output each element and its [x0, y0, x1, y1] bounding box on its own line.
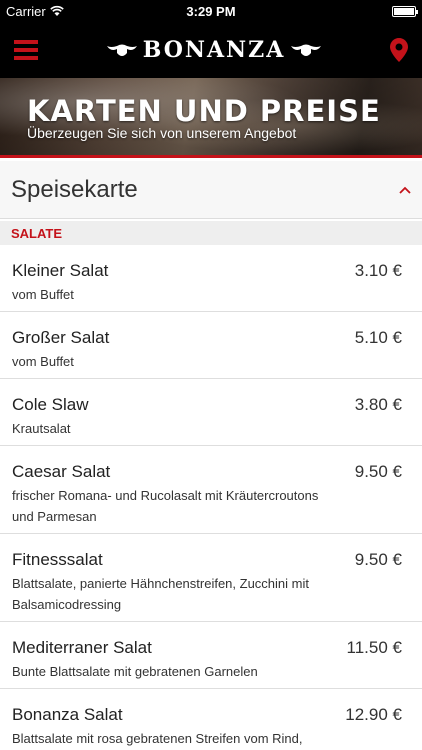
- menu-item[interactable]: Caesar Salat frischer Romana- und Rucola…: [0, 446, 422, 534]
- nav-bar: BONANZA: [0, 22, 422, 78]
- chevron-up-icon: [399, 186, 411, 194]
- item-name: Kleiner Salat: [12, 261, 109, 280]
- location-pin-icon[interactable]: [390, 38, 408, 62]
- carrier-label: Carrier: [6, 3, 46, 19]
- item-description: vom Buffet: [12, 287, 74, 302]
- menu-section-header[interactable]: Speisekarte: [0, 161, 422, 219]
- item-price: 5.10 €: [354, 328, 402, 347]
- item-name: Großer Salat: [12, 328, 110, 347]
- item-price: 3.80 €: [354, 395, 402, 414]
- menu-item[interactable]: Mediterraner Salat Bunte Blattsalate mit…: [0, 622, 422, 689]
- item-price: 3.10 €: [354, 261, 402, 280]
- banner-title: KARTEN UND PREISE: [27, 94, 381, 128]
- item-price: 12.90 €: [345, 705, 402, 724]
- category-header: SALATE: [0, 221, 422, 245]
- item-description: Bunte Blattsalate mit gebratenen Garnele…: [12, 664, 258, 679]
- battery-icon: [392, 5, 418, 17]
- menu-item[interactable]: Großer Salat vom Buffet 5.10 €: [0, 312, 422, 379]
- menu-item[interactable]: Fitnesssalat Blattsalate, panierte Hähnc…: [0, 534, 422, 622]
- bonanza-logo: BONANZA: [105, 37, 324, 63]
- item-name: Mediterraner Salat: [12, 638, 152, 657]
- hero-banner: KARTEN UND PREISE Überzeugen Sie sich vo…: [0, 78, 422, 158]
- logo-text: BONANZA: [142, 37, 286, 63]
- bull-skull-icon: [106, 44, 137, 56]
- wifi-icon: [49, 5, 64, 16]
- status-left: Carrier: [6, 4, 64, 19]
- item-name: Caesar Salat: [12, 462, 111, 481]
- banner-subtitle: Überzeugen Sie sich von unserem Angebot: [27, 125, 297, 141]
- bull-skull-icon: [291, 44, 322, 56]
- menu-item[interactable]: Bonanza Salat Blattsalate mit rosa gebra…: [0, 689, 422, 750]
- item-price: 9.50 €: [354, 550, 402, 569]
- banner-divider: [0, 155, 422, 158]
- item-description: Blattsalate, panierte Hähnchenstreifen, …: [12, 576, 309, 612]
- item-name: Fitnesssalat: [12, 550, 103, 569]
- menu-item[interactable]: Kleiner Salat vom Buffet 3.10 €: [0, 245, 422, 312]
- category-label: SALATE: [11, 225, 63, 241]
- hamburger-menu-icon[interactable]: [14, 40, 38, 60]
- item-description: vom Buffet: [12, 354, 74, 369]
- item-description: Blattsalate mit rosa gebratenen Streifen…: [12, 731, 303, 746]
- item-price: 9.50 €: [354, 462, 402, 481]
- menu-item-list: Kleiner Salat vom Buffet 3.10 € Großer S…: [0, 245, 422, 750]
- item-price: 11.50 €: [346, 638, 402, 657]
- status-bar: Carrier 3:29 PM: [0, 0, 422, 22]
- item-description: Krautsalat: [12, 421, 71, 436]
- menu-item[interactable]: Cole Slaw Krautsalat 3.80 €: [0, 379, 422, 446]
- item-description: frischer Romana- und Rucolasalt mit Kräu…: [12, 488, 319, 524]
- item-name: Bonanza Salat: [12, 705, 123, 724]
- section-title: Speisekarte: [11, 175, 138, 203]
- item-name: Cole Slaw: [12, 395, 89, 414]
